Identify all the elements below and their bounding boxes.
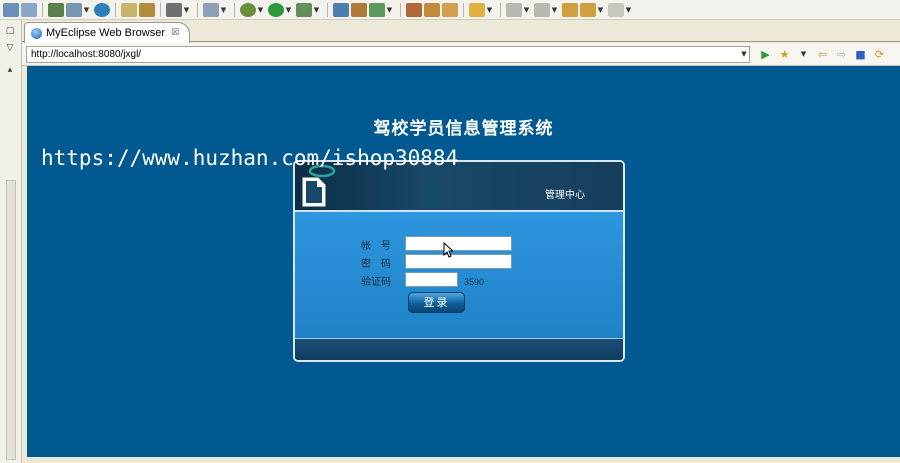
address-bar: http://localhost:8080/jxgl/ ▼ ▶ ★ ▼ ⇦ ⇨ …	[22, 43, 900, 66]
chevron-down-icon[interactable]: ▼	[738, 46, 750, 63]
globe-icon[interactable]	[94, 2, 110, 17]
chevron-down-icon[interactable]: ▼	[257, 3, 264, 17]
status-bar	[22, 457, 900, 463]
server-icon[interactable]	[48, 2, 64, 17]
run-icon[interactable]: ▶	[759, 48, 772, 61]
new-package-icon[interactable]	[139, 2, 155, 17]
document-icon	[302, 177, 326, 207]
next-annotation-icon[interactable]	[506, 2, 522, 17]
password-input[interactable]	[405, 254, 512, 269]
browser-nav-icons: ▶ ★ ▼ ⇦ ⇨ ■ ⟳	[756, 46, 889, 63]
forward-arrow-icon[interactable]: ⇨	[835, 48, 848, 61]
chevron-down-icon[interactable]: ▼	[523, 3, 530, 17]
login-button[interactable]: 登录	[408, 292, 465, 313]
url-input[interactable]: http://localhost:8080/jxgl/	[26, 46, 750, 63]
chevron-down-icon[interactable]: ▼	[313, 3, 320, 17]
save-all-icon[interactable]	[3, 2, 19, 17]
login-footer	[295, 338, 623, 360]
captcha-code: 3590	[464, 277, 485, 287]
watermark-text: https://www.huzhan.com/ishop30884	[41, 146, 459, 170]
account-input[interactable]	[405, 236, 512, 251]
prev-annotation-icon[interactable]	[534, 2, 550, 17]
folder-icon[interactable]	[469, 2, 485, 17]
new-class-icon[interactable]	[333, 2, 349, 17]
debug-icon[interactable]	[240, 2, 256, 17]
close-icon[interactable]: ☒	[171, 28, 179, 38]
refresh-icon[interactable]: ⟳	[873, 48, 886, 61]
chevron-down-icon[interactable]: ▼	[183, 3, 190, 17]
mouse-cursor-icon	[443, 242, 453, 258]
web-viewport: 驾校学员信息管理系统 https://www.huzhan.com/ishop3…	[27, 66, 900, 457]
new-interface-icon[interactable]	[351, 2, 367, 17]
page-title: 驾校学员信息管理系统	[373, 119, 554, 139]
restore-icon[interactable]: ▢	[4, 25, 16, 37]
refactor-icon[interactable]	[369, 2, 385, 17]
tab-title: MyEclipse Web Browser	[46, 27, 165, 39]
deploy-icon[interactable]	[21, 2, 37, 17]
side-gutter: ▢ ▽ ▴	[0, 20, 22, 463]
main-toolbar: ▼ ▼ ▼ ▼ ▼ ▼ ▼ ▼ ▼ ▼ ▼ ▼	[0, 0, 900, 20]
external-tools-icon[interactable]	[296, 2, 312, 17]
forward-icon[interactable]	[608, 2, 624, 17]
chevron-down-icon[interactable]: ▼	[625, 3, 632, 17]
header-title: 管理中心	[545, 190, 585, 201]
gutter-scrollbar[interactable]	[6, 180, 16, 460]
search-icon[interactable]	[424, 2, 440, 17]
login-body: 帐 号 密 码 验证码 3590 登录	[295, 212, 623, 336]
camera-icon[interactable]	[166, 2, 182, 17]
back-icon[interactable]	[580, 2, 596, 17]
chevron-down-icon[interactable]: ▼	[386, 3, 393, 17]
scroll-up-icon[interactable]: ▴	[4, 64, 16, 76]
chevron-down-icon[interactable]: ▼	[486, 3, 493, 17]
chevron-down-icon[interactable]: ▼	[797, 48, 810, 61]
account-label: 帐 号	[361, 241, 391, 252]
captcha-label: 验证码	[361, 277, 391, 288]
globe-icon	[31, 27, 42, 39]
open-perspective-icon[interactable]	[406, 2, 422, 17]
chevron-down-icon[interactable]: ▼	[83, 3, 90, 17]
chevron-down-icon[interactable]: ▼	[597, 3, 604, 17]
new-file-icon[interactable]	[66, 2, 82, 17]
tab-web-browser[interactable]: MyEclipse Web Browser ☒	[24, 22, 190, 43]
task-icon[interactable]	[442, 2, 458, 17]
login-panel: 管理中心 帐 号 密 码 验证码 3590 登录	[293, 160, 625, 362]
star-icon[interactable]: ★	[778, 48, 791, 61]
chevron-down-icon[interactable]: ▼	[551, 3, 558, 17]
last-edit-icon[interactable]	[562, 2, 578, 17]
run-icon[interactable]	[268, 2, 284, 17]
new-wizard-icon[interactable]	[203, 2, 219, 17]
password-label: 密 码	[361, 259, 391, 270]
captcha-input[interactable]	[405, 272, 458, 287]
back-arrow-icon[interactable]: ⇦	[816, 48, 829, 61]
editor-tab-bar: MyEclipse Web Browser ☒	[22, 20, 900, 43]
open-type-icon[interactable]	[121, 2, 137, 17]
view-menu-icon[interactable]: ▽	[4, 42, 16, 54]
chevron-down-icon[interactable]: ▼	[220, 3, 227, 17]
stop-icon[interactable]: ■	[854, 48, 867, 61]
chevron-down-icon[interactable]: ▼	[285, 3, 292, 17]
